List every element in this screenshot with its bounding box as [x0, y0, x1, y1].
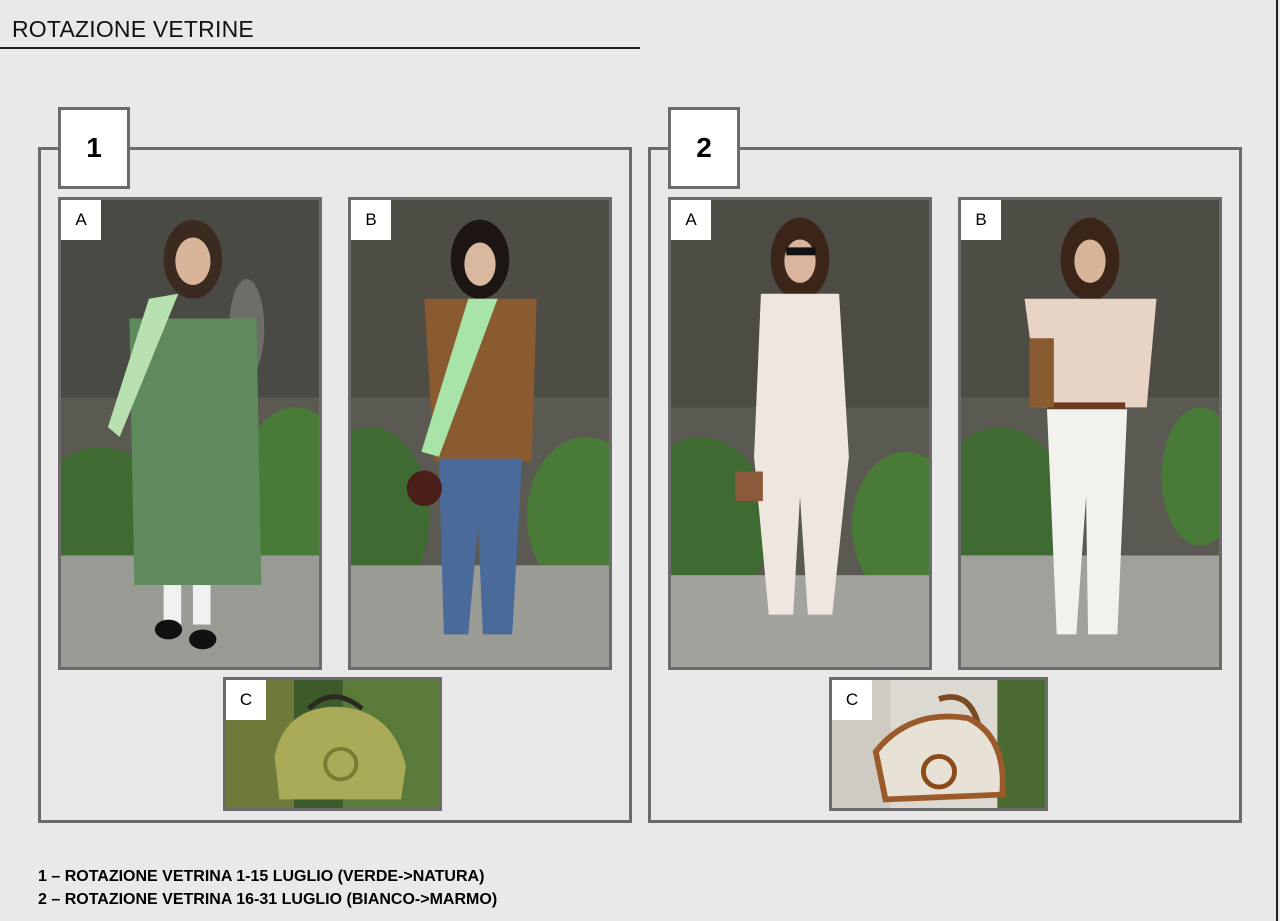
legend-line-2: 2 – ROTAZIONE VETRINA 16-31 LUGLIO (BIAN…	[38, 891, 498, 908]
page-title: ROTAZIONE VETRINE	[12, 16, 254, 42]
runway-photo-image	[61, 200, 319, 667]
group-1-photo-a: A	[58, 197, 322, 670]
legend-line-1: 1 – ROTAZIONE VETRINA 1-15 LUGLIO (VERDE…	[38, 868, 485, 885]
group-1-photo-c: C	[223, 677, 442, 811]
photo-tag: B	[351, 200, 391, 240]
title-divider	[0, 47, 640, 49]
group-2-photo-a: A	[668, 197, 932, 670]
photo-tag: A	[671, 200, 711, 240]
photo-tag: C	[832, 680, 872, 720]
runway-photo-image	[961, 200, 1219, 667]
runway-photo-image	[351, 200, 609, 667]
group-2-photo-c: C	[829, 677, 1048, 811]
page-edge-line	[1276, 0, 1278, 921]
runway-photo-image	[671, 200, 929, 667]
photo-tag: B	[961, 200, 1001, 240]
photo-tag: C	[226, 680, 266, 720]
group-2-number: 2	[668, 107, 740, 189]
photo-tag: A	[61, 200, 101, 240]
group-2-photo-b: B	[958, 197, 1222, 670]
group-1-number: 1	[58, 107, 130, 189]
group-1-photo-b: B	[348, 197, 612, 670]
